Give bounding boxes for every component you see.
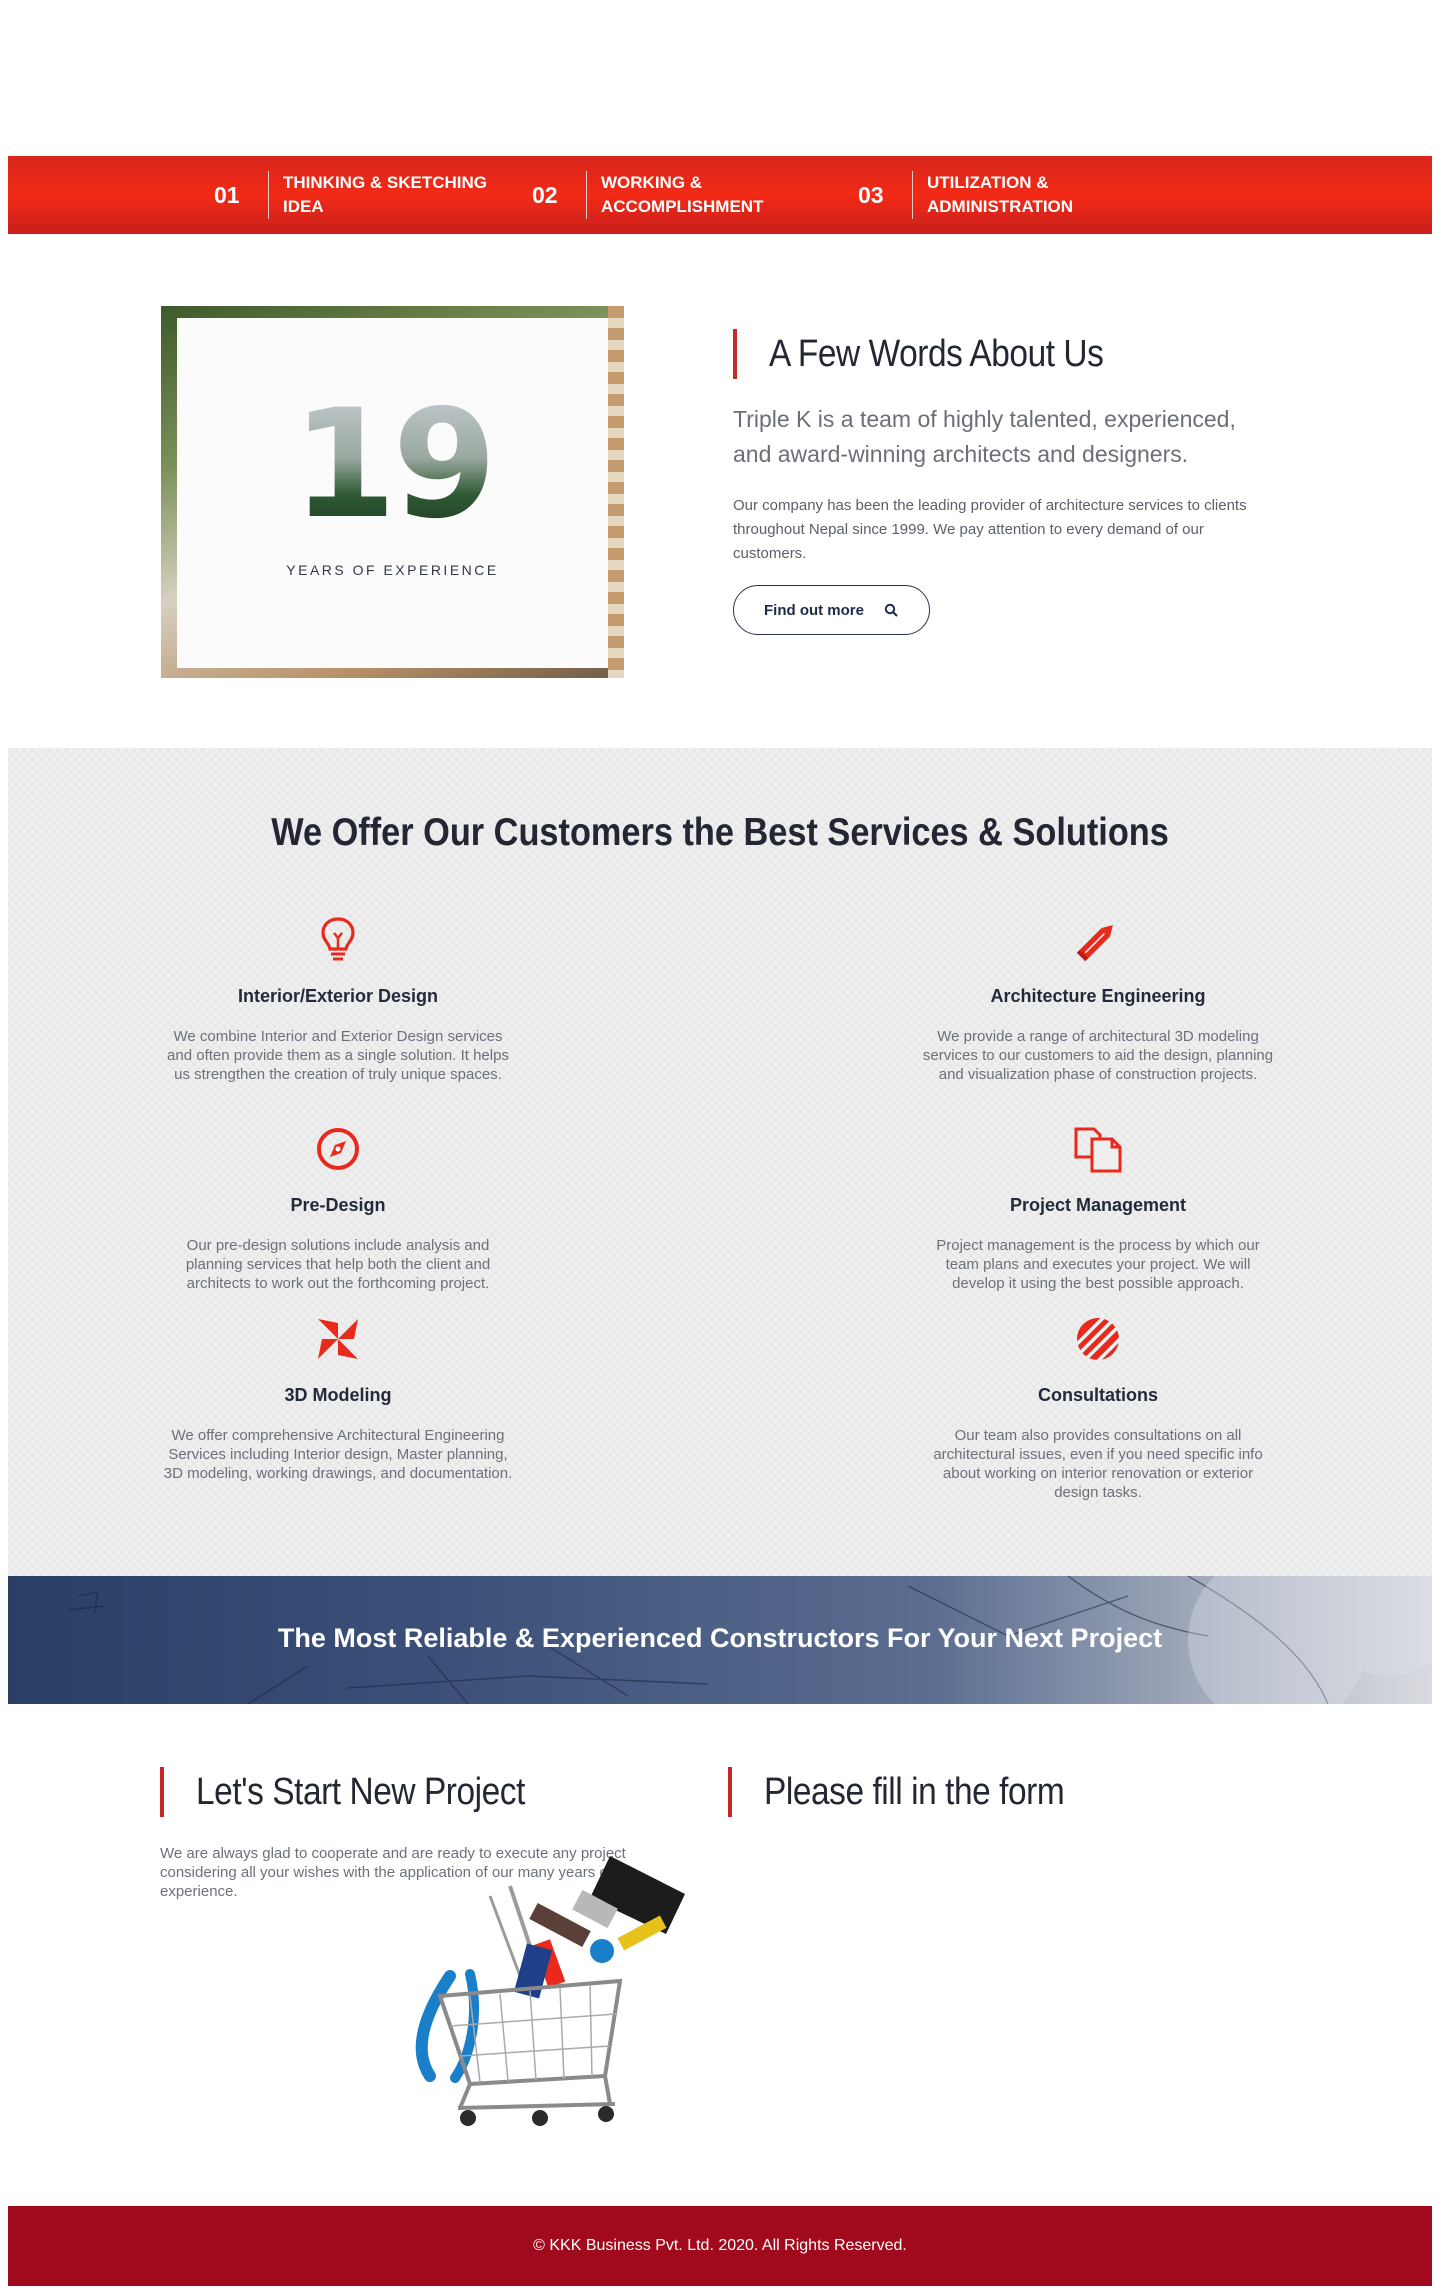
service-name: Architecture Engineering [990,986,1206,1006]
step-number: 01 [214,181,240,208]
experience-photo: 19 YEARS OF EXPERIENCE [161,306,624,678]
form-title: Please fill in the form [764,1770,1065,1813]
experience-card: 19 YEARS OF EXPERIENCE [177,318,608,668]
building-facade-stripe [608,306,624,678]
step-divider [586,171,587,219]
service-description: Our pre-design solutions include analysi… [185,1237,491,1292]
services-title: We Offer Our Customers the Best Services… [271,811,1169,854]
service-pre-design: Pre-Design Our pre-design solutions incl… [153,1121,523,1293]
find-out-more-button[interactable]: Find out more [733,585,930,635]
constructors-banner: The Most Reliable & Experienced Construc… [8,1576,1432,1704]
service-name: Interior/Exterior Design [237,986,439,1006]
step-number: 03 [858,181,884,208]
service-name: 3D Modeling [284,1385,392,1405]
years-caption: YEARS OF EXPERIENCE [286,562,499,578]
about-lead: Triple K is a team of highly talented, e… [733,406,1236,467]
service-description: Our team also provides consultations on … [933,1427,1263,1501]
pinwheel-icon [153,1311,523,1367]
about-title: A Few Words About Us [769,332,1104,375]
about-body: Our company has been the leading provide… [733,497,1247,562]
copyright-text: © KKK Business Pvt. Ltd. 2020. All Right… [533,2237,907,2254]
heading-accent-bar [160,1767,164,1817]
step-divider [912,171,913,219]
form-heading: Please fill in the form [728,1767,1105,1817]
service-consultations: Consultations Our team also provides con… [913,1311,1283,1502]
step-1: 01 THINKING & SKETCHING IDEA [214,156,513,234]
about-heading: A Few Words About Us [733,329,1149,379]
tools-cart-image [415,1856,685,2126]
project-title: Let's Start New Project [196,1770,525,1813]
step-3: 03 UTILIZATION & ADMINISTRATION [858,156,1157,234]
pencil-icon [913,912,1283,968]
lightbulb-icon [153,912,523,968]
step-divider [268,171,269,219]
service-description: We combine Interior and Exterior Design … [167,1028,509,1083]
heading-accent-bar [728,1767,732,1817]
heading-accent-bar [733,329,737,379]
service-interior-exterior-design: Interior/Exterior Design We combine Inte… [153,912,523,1084]
project-heading: Let's Start New Project [160,1767,570,1817]
service-architecture-engineering: Architecture Engineering We provide a ra… [913,912,1283,1084]
step-label: THINKING & SKETCHING IDEA [283,173,487,216]
step-label: WORKING & ACCOMPLISHMENT [601,173,764,216]
service-3d-modeling: 3D Modeling We offer comprehensive Archi… [153,1311,523,1483]
services-section: We Offer Our Customers the Best Services… [8,748,1432,1576]
service-name: Project Management [1009,1195,1187,1215]
step-number: 02 [532,181,558,208]
documents-icon [913,1121,1283,1177]
step-2: 02 WORKING & ACCOMPLISHMENT [532,156,831,234]
footer: © KKK Business Pvt. Ltd. 2020. All Right… [8,2206,1432,2286]
process-steps-bar: 01 THINKING & SKETCHING IDEA 02 WORKING … [8,156,1432,234]
service-description: Project management is the process by whi… [936,1237,1260,1292]
find-out-more-label: Find out more [764,601,864,619]
service-name: Pre-Design [290,1195,386,1215]
service-description: We offer comprehensive Architectural Eng… [163,1427,513,1482]
service-name: Consultations [1038,1385,1158,1405]
signal-icon [913,1311,1283,1367]
banner-text: The Most Reliable & Experienced Construc… [277,1623,1163,1653]
service-project-management: Project Management Project management is… [913,1121,1283,1293]
years-number: 19 [292,378,497,552]
service-description: We provide a range of architectural 3D m… [922,1028,1274,1083]
compass-icon [153,1121,523,1177]
search-icon [884,603,898,617]
step-label: UTILIZATION & ADMINISTRATION [927,173,1074,216]
